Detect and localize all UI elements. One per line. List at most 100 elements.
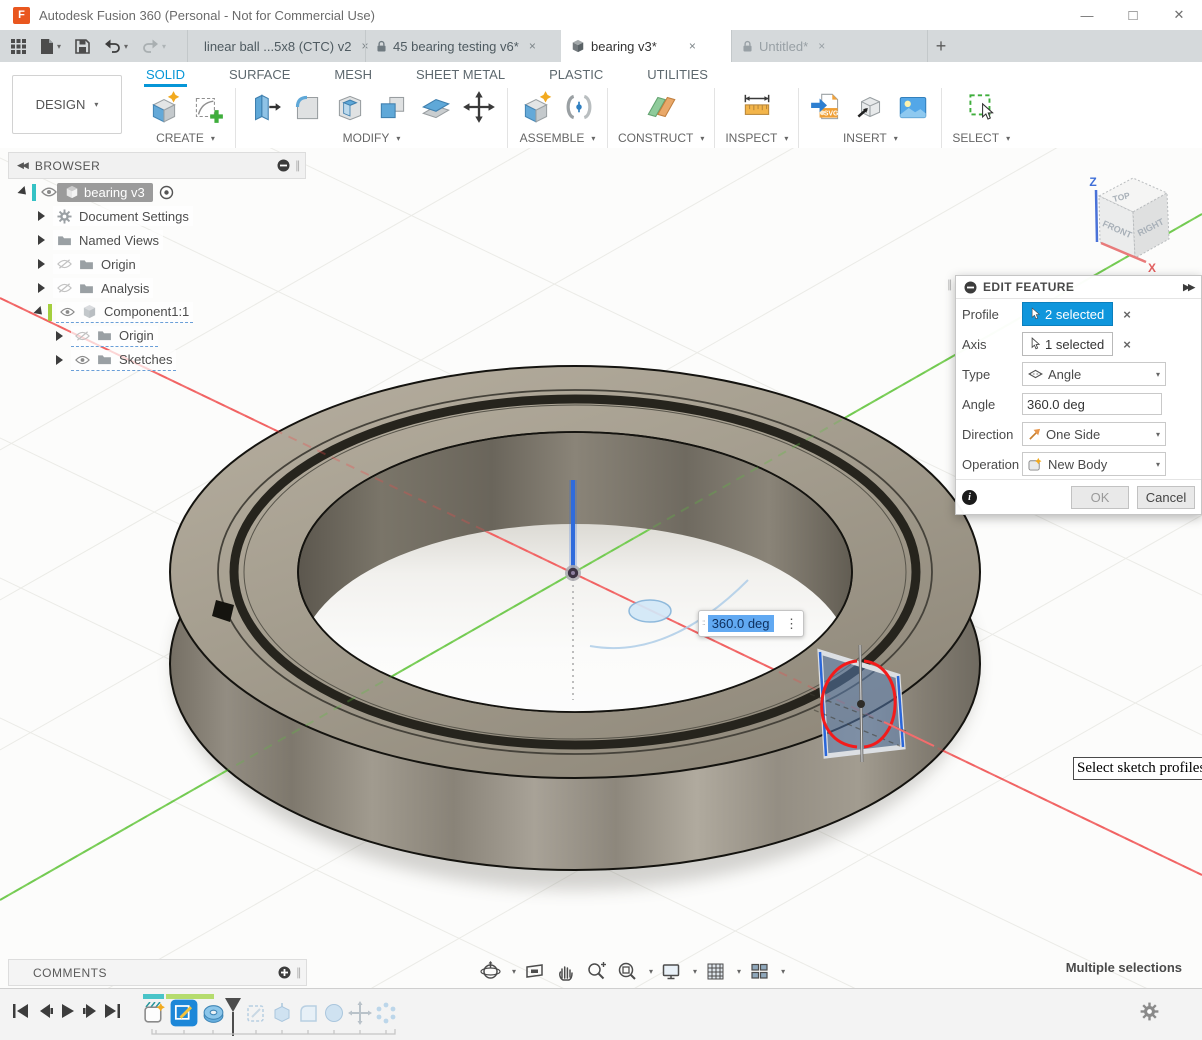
minimize-dialog-icon[interactable] <box>964 281 977 294</box>
timeline-feature-new-component[interactable] <box>142 1001 167 1031</box>
cancel-button[interactable]: Cancel <box>1137 486 1195 509</box>
minimize-panel-icon[interactable] <box>277 159 290 172</box>
redo-button[interactable]: ▾ <box>135 30 173 62</box>
expand-arrow-icon[interactable] <box>38 235 45 245</box>
workspace-selector[interactable]: DESIGN ▾ <box>12 75 122 134</box>
viewport-canvas[interactable]: TOP FRONT RIGHT Z X <box>0 148 1202 988</box>
close-button[interactable]: ✕ <box>1156 0 1202 30</box>
timeline-feature-move-suppressed[interactable] <box>348 1001 372 1030</box>
display-settings-button[interactable] <box>659 959 684 984</box>
expand-arrow-icon[interactable] <box>33 306 45 318</box>
timeline-go-to-end-button[interactable] <box>104 1003 122 1024</box>
undo-button[interactable]: ▾ <box>97 30 135 62</box>
tab-close-icon[interactable]: × <box>529 39 536 53</box>
timeline-feature-fillet-suppressed[interactable] <box>296 1001 320 1030</box>
expand-arrow-icon[interactable] <box>56 331 63 341</box>
expand-arrow-icon[interactable] <box>38 211 45 221</box>
group-label-create[interactable]: CREATE▾ <box>156 131 215 145</box>
clear-axis-icon[interactable]: × <box>1123 337 1131 352</box>
timeline-play-button[interactable] <box>60 1003 76 1024</box>
browser-row-root[interactable]: bearing v3 <box>20 182 174 202</box>
press-pull-button[interactable] <box>246 89 282 125</box>
fit-caret[interactable]: ▾ <box>649 967 653 976</box>
visibility-eye-icon[interactable] <box>41 187 57 197</box>
look-at-button[interactable] <box>522 959 547 984</box>
browser-row-document-settings[interactable]: Document Settings <box>38 206 193 226</box>
floating-angle-input[interactable]: ∶∶ 360.0 deg ⋮ <box>698 610 804 637</box>
insert-svg-button[interactable]: SVG <box>809 89 845 125</box>
combine-button[interactable] <box>375 89 411 125</box>
group-label-inspect[interactable]: INSPECT▾ <box>725 131 788 145</box>
ribbon-tab-mesh[interactable]: MESH <box>332 65 374 86</box>
measure-button[interactable] <box>739 89 775 125</box>
root-node[interactable]: bearing v3 <box>57 183 153 202</box>
timeline-feature-extrude-suppressed[interactable] <box>270 1001 294 1030</box>
timeline-feature-pattern-suppressed[interactable] <box>374 1001 398 1030</box>
profile-select-button[interactable]: 2 selected <box>1022 302 1113 326</box>
timeline-feature-revolve[interactable] <box>201 1001 226 1031</box>
timeline-step-back-button[interactable] <box>38 1003 54 1024</box>
expand-arrow-icon[interactable] <box>56 355 63 365</box>
document-tab-2[interactable]: 45 bearing testing v6* × <box>365 30 561 62</box>
rotation-handle[interactable] <box>629 600 671 622</box>
display-caret[interactable]: ▾ <box>693 967 697 976</box>
group-label-select[interactable]: SELECT▾ <box>952 131 1010 145</box>
origin-point[interactable] <box>565 565 581 581</box>
group-label-insert[interactable]: INSERT▾ <box>843 131 898 145</box>
orbit-button[interactable] <box>478 959 503 984</box>
viewport[interactable]: TOP FRONT RIGHT Z X ◀◀ BROWSER ∥ <box>0 148 1202 988</box>
ribbon-tab-plastic[interactable]: PLASTIC <box>547 65 605 86</box>
ribbon-tab-surface[interactable]: SURFACE <box>227 65 292 86</box>
save-button[interactable] <box>68 30 97 62</box>
construct-plane-button[interactable] <box>643 89 679 125</box>
panel-grip[interactable]: ∥ <box>296 966 302 979</box>
insert-mesh-button[interactable] <box>852 89 888 125</box>
timeline-go-to-start-button[interactable] <box>12 1003 30 1024</box>
visibility-off-icon[interactable] <box>57 283 72 293</box>
document-tab-1[interactable]: linear ball ...5x8 (CTC) v2 × <box>187 30 365 62</box>
ribbon-tab-utilities[interactable]: UTILITIES <box>645 65 710 86</box>
panel-grip[interactable]: ∥ <box>295 159 301 172</box>
timeline-feature-sketch-suppressed[interactable] <box>244 1001 268 1030</box>
visibility-off-icon[interactable] <box>75 331 90 341</box>
visibility-off-icon[interactable] <box>57 259 72 269</box>
clear-profile-icon[interactable]: × <box>1123 307 1131 322</box>
operation-dropdown[interactable]: New Body ▾ <box>1022 452 1166 476</box>
group-label-modify[interactable]: MODIFY▾ <box>343 131 401 145</box>
timeline-step-forward-button[interactable] <box>82 1003 98 1024</box>
fit-button[interactable] <box>615 959 640 984</box>
new-document-tab-button[interactable]: + <box>927 30 954 62</box>
tab-close-icon[interactable]: × <box>689 39 696 53</box>
expand-arrow-icon[interactable] <box>17 186 29 198</box>
maximize-button[interactable]: □ <box>1110 0 1156 30</box>
shell-button[interactable] <box>332 89 368 125</box>
expand-arrow-icon[interactable] <box>38 283 45 293</box>
create-sketch-button[interactable] <box>189 89 225 125</box>
angle-input[interactable] <box>1022 393 1162 415</box>
comments-panel[interactable]: COMMENTS ∥ <box>8 959 307 986</box>
data-panel-button[interactable] <box>4 30 33 62</box>
dialog-expand-icon[interactable]: ▶▶ <box>1183 282 1193 293</box>
browser-row-analysis[interactable]: Analysis <box>38 278 153 298</box>
dialog-grip[interactable]: ∥ <box>947 278 953 291</box>
browser-row-component[interactable]: Component1:1 <box>36 302 193 322</box>
angle-value-selected[interactable]: 360.0 deg <box>708 615 774 632</box>
tab-close-icon[interactable]: × <box>818 39 825 53</box>
drag-handle-icon[interactable]: ∶∶ <box>702 618 705 629</box>
file-menu-button[interactable]: ▾ <box>33 30 68 62</box>
visibility-eye-icon[interactable] <box>75 355 90 365</box>
dialog-header[interactable]: EDIT FEATURE ▶▶ <box>956 276 1201 299</box>
browser-header[interactable]: ◀◀ BROWSER ∥ <box>8 152 306 179</box>
document-tab-active[interactable]: bearing v3* × <box>561 30 731 62</box>
kebab-menu-icon[interactable]: ⋮ <box>785 616 798 632</box>
collapse-browser-icon[interactable]: ◀◀ <box>17 160 27 171</box>
redo-caret[interactable]: ▾ <box>162 42 166 51</box>
fillet-button[interactable] <box>289 89 325 125</box>
grid-caret[interactable]: ▾ <box>737 967 741 976</box>
group-label-assemble[interactable]: ASSEMBLE▾ <box>520 131 596 145</box>
new-component-button[interactable] <box>518 89 554 125</box>
joint-button[interactable] <box>561 89 597 125</box>
insert-canvas-button[interactable] <box>895 89 931 125</box>
browser-row-named-views[interactable]: Named Views <box>38 230 163 250</box>
undo-caret[interactable]: ▾ <box>124 42 128 51</box>
